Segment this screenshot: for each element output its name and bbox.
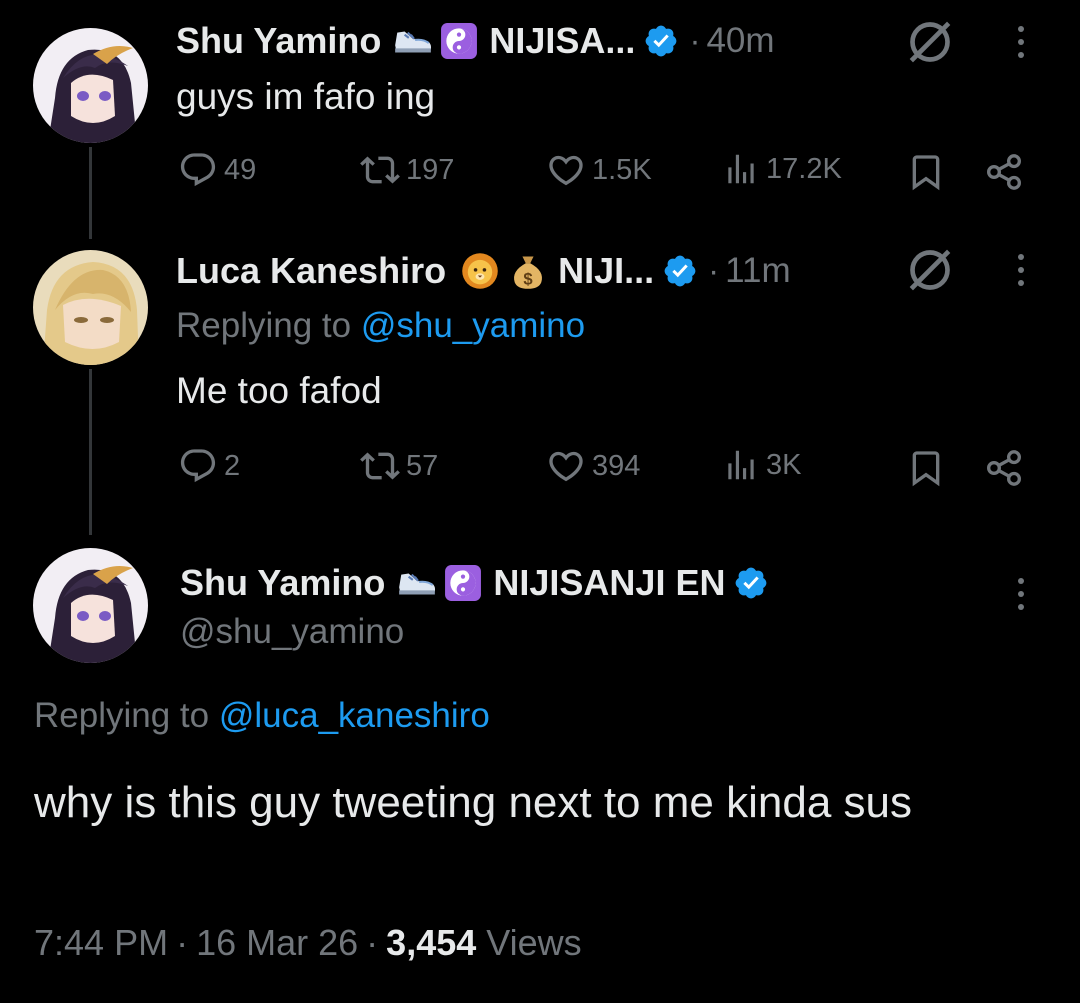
post-time[interactable]: 7:44 PM bbox=[34, 922, 168, 964]
like-button[interactable]: 394 bbox=[546, 446, 640, 486]
replying-handle-link[interactable]: @shu_yamino bbox=[361, 306, 585, 345]
repost-icon bbox=[360, 446, 400, 486]
replying-to: Replying to @luca_kaneshiro bbox=[34, 696, 490, 736]
display-name[interactable]: Shu Yamino bbox=[180, 562, 385, 604]
separator: · bbox=[176, 922, 189, 963]
replying-prefix: Replying to bbox=[176, 306, 361, 345]
avatar-shu-yamino[interactable] bbox=[33, 28, 148, 143]
tweet-text: guys im fafo ing bbox=[176, 76, 436, 117]
reply-count: 49 bbox=[224, 153, 257, 186]
view-count: 17.2K bbox=[766, 152, 842, 185]
separator: · bbox=[708, 252, 720, 289]
affiliation-label[interactable]: NIJI... bbox=[558, 250, 654, 292]
thread-connector bbox=[89, 147, 92, 239]
more-icon[interactable] bbox=[1018, 578, 1024, 610]
views-button[interactable]: 3K bbox=[722, 446, 801, 484]
repost-count: 197 bbox=[406, 153, 455, 186]
views-icon bbox=[722, 446, 760, 484]
thread-connector bbox=[89, 369, 92, 535]
money-bag-emoji bbox=[506, 251, 550, 291]
avatar-shu-yamino[interactable] bbox=[33, 548, 148, 663]
reply-button[interactable]: 2 bbox=[178, 446, 240, 486]
separator: · bbox=[689, 22, 701, 59]
replying-to: Replying to @shu_yamino bbox=[176, 306, 585, 346]
no-sign-icon bbox=[902, 242, 958, 303]
post-date[interactable]: 16 Mar 26 bbox=[196, 922, 358, 964]
yin-yang-emoji bbox=[437, 21, 481, 61]
tweet1-header: Shu Yamino NIJISA... · 40m bbox=[176, 18, 775, 64]
repost-icon bbox=[360, 150, 400, 190]
reply-count: 2 bbox=[224, 449, 241, 482]
verified-icon bbox=[662, 253, 698, 289]
shoe-emoji bbox=[395, 563, 439, 603]
replying-handle-link[interactable]: @luca_kaneshiro bbox=[219, 696, 490, 735]
display-name[interactable]: Shu Yamino bbox=[176, 20, 381, 62]
view-count: 3,454 bbox=[386, 922, 477, 963]
display-name[interactable]: Luca Kaneshiro bbox=[176, 250, 446, 292]
reply-icon bbox=[178, 446, 218, 486]
repost-count: 57 bbox=[406, 449, 439, 482]
reply-button[interactable]: 49 bbox=[178, 150, 256, 190]
verified-icon bbox=[733, 565, 769, 601]
affiliation-label[interactable]: NIJISANJI EN bbox=[493, 562, 725, 604]
shoe-emoji bbox=[391, 21, 435, 61]
view-count: 3K bbox=[766, 448, 802, 481]
main-tweet-text: why is this guy tweeting next to me kind… bbox=[34, 778, 912, 827]
timestamp[interactable]: 11m bbox=[725, 251, 791, 291]
views-icon bbox=[722, 150, 760, 188]
affiliation-label[interactable]: NIJISA... bbox=[489, 20, 635, 62]
share-icon[interactable] bbox=[984, 448, 1024, 493]
tweet-meta: 7:44 PM · 16 Mar 26 · 3,454 Views bbox=[34, 922, 582, 964]
separator: · bbox=[366, 922, 379, 963]
views-label: Views bbox=[486, 922, 582, 963]
repost-button[interactable]: 57 bbox=[360, 446, 438, 486]
reply-icon bbox=[178, 150, 218, 190]
like-count: 1.5K bbox=[592, 153, 652, 186]
yin-yang-emoji bbox=[441, 563, 485, 603]
like-count: 394 bbox=[592, 449, 641, 482]
like-icon bbox=[546, 150, 586, 190]
avatar-luca-kaneshiro[interactable] bbox=[33, 250, 148, 365]
verified-icon bbox=[643, 23, 679, 59]
like-icon bbox=[546, 446, 586, 486]
more-icon[interactable] bbox=[1018, 26, 1024, 58]
bookmark-icon[interactable] bbox=[906, 448, 946, 493]
main-tweet-header: Shu Yamino NIJISANJI EN bbox=[180, 560, 769, 606]
views-button[interactable]: 17.2K bbox=[722, 150, 842, 188]
repost-button[interactable]: 197 bbox=[360, 150, 454, 190]
more-icon[interactable] bbox=[1018, 254, 1024, 286]
lion-emoji bbox=[458, 251, 502, 291]
replying-prefix: Replying to bbox=[34, 696, 219, 735]
handle[interactable]: @shu_yamino bbox=[180, 612, 404, 652]
share-icon[interactable] bbox=[984, 152, 1024, 197]
bookmark-icon[interactable] bbox=[906, 152, 946, 197]
timestamp[interactable]: 40m bbox=[706, 21, 774, 61]
like-button[interactable]: 1.5K bbox=[546, 150, 652, 190]
no-sign-icon bbox=[902, 14, 958, 75]
tweet2-header: Luca Kaneshiro NIJI... · 11m bbox=[176, 248, 791, 294]
tweet-text: Me too fafod bbox=[176, 370, 382, 411]
